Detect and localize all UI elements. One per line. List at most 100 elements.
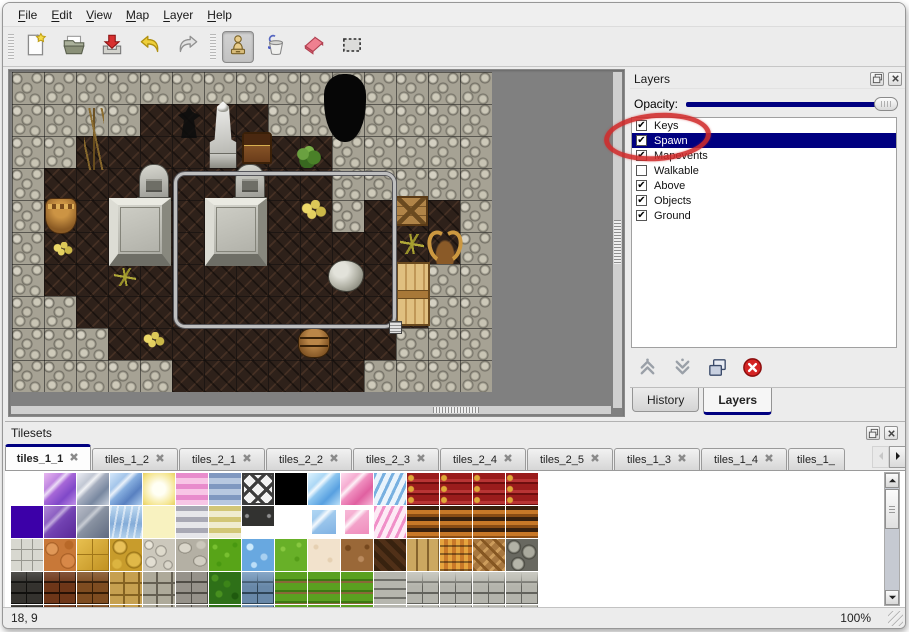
open-map-button[interactable]: [58, 31, 90, 63]
tileset-tab-tiles_1_2[interactable]: tiles_1_2: [92, 448, 178, 470]
palette-tile-weave[interactable]: [440, 539, 472, 571]
palette-tile-water[interactable]: [242, 539, 274, 571]
tileset-tab-tiles_2_3[interactable]: tiles_2_3: [353, 448, 439, 470]
dock-tab-history[interactable]: History: [632, 388, 699, 412]
dock-tab-layers[interactable]: Layers: [703, 388, 772, 415]
map-canvas[interactable]: [8, 69, 625, 417]
palette-tile-crysPurple[interactable]: [44, 473, 76, 505]
palette-tile-glowYellow[interactable]: [143, 473, 175, 505]
tileset-tab-tiles_1[interactable]: tiles_1_: [788, 448, 845, 470]
palette-tile-plankGray[interactable]: [374, 572, 406, 604]
menu-item-view[interactable]: View: [79, 5, 119, 25]
palette-tile-panelDark[interactable]: [242, 506, 274, 538]
palette-scrollbar-thumb[interactable]: [885, 489, 899, 529]
layer-visibility-checkbox[interactable]: ✔: [636, 180, 647, 191]
map-horizontal-scrollbar[interactable]: [11, 406, 611, 414]
palette-tile-lattice[interactable]: [242, 473, 274, 505]
palette-tile-brickBlue[interactable]: [242, 572, 274, 604]
duplicate-layer-button[interactable]: [704, 357, 730, 383]
close-tilesets-button[interactable]: [884, 426, 898, 440]
menu-item-edit[interactable]: Edit: [44, 5, 79, 25]
toolbar-handle[interactable]: [210, 34, 216, 60]
palette-tile-stoneGray[interactable]: [176, 539, 208, 571]
tab-close-icon[interactable]: [155, 453, 165, 466]
palette-tile-wallRed[interactable]: [407, 473, 439, 505]
tileset-tab-tiles_2_2[interactable]: tiles_2_2: [266, 448, 352, 470]
palette-tile-herring[interactable]: [473, 539, 505, 571]
palette-tile-grass[interactable]: [209, 539, 241, 571]
selection-rectangle[interactable]: [174, 172, 396, 328]
palette-tile-wallRed[interactable]: [473, 473, 505, 505]
palette-tile-woodDark[interactable]: [374, 539, 406, 571]
palette-tile-brickGray[interactable]: [176, 572, 208, 604]
palette-tile-sand[interactable]: [308, 539, 340, 571]
palette-tile-purpleSolid[interactable]: [11, 506, 43, 538]
tab-close-icon[interactable]: [503, 453, 513, 466]
layer-row-walkable[interactable]: Walkable: [632, 163, 896, 178]
tab-close-icon[interactable]: [242, 453, 252, 466]
palette-tile-white[interactable]: [11, 473, 43, 505]
palette-tile-brickLight[interactable]: [506, 572, 538, 604]
menu-item-file[interactable]: File: [11, 5, 44, 25]
palette-tile-crysGray[interactable]: [77, 473, 109, 505]
layer-row-above[interactable]: ✔Above: [632, 178, 896, 193]
palette-tile-zigPink[interactable]: [374, 506, 406, 538]
palette-tile-stripeGray[interactable]: [176, 506, 208, 538]
float-tilesets-button[interactable]: [866, 426, 880, 440]
stamp-tool-button[interactable]: [222, 31, 254, 63]
layer-visibility-checkbox[interactable]: ✔: [636, 120, 647, 131]
palette-tile-crysBlue[interactable]: [110, 473, 142, 505]
palette-tile-crysSkyS[interactable]: [308, 506, 340, 538]
tileset-tab-tiles_2_1[interactable]: tiles_2_1: [179, 448, 265, 470]
palette-tile-stripePink[interactable]: [176, 473, 208, 505]
palette-tile-crysPurpleD[interactable]: [44, 506, 76, 538]
tab-close-icon[interactable]: [677, 453, 687, 466]
tab-close-icon[interactable]: [764, 453, 774, 466]
palette-tile-white[interactable]: [275, 506, 307, 538]
palette-scrollbar[interactable]: [884, 472, 900, 606]
palette-tile-rockYellow[interactable]: [110, 539, 142, 571]
palette-tile-pathStone[interactable]: [11, 539, 43, 571]
save-map-button[interactable]: [96, 31, 128, 63]
tab-scroll-right-button[interactable]: [889, 446, 906, 468]
palette-tile-grass2[interactable]: [275, 539, 307, 571]
palette-tile-brickDark[interactable]: [11, 572, 43, 604]
tileset-tab-tiles_1_1[interactable]: tiles_1_1: [5, 444, 91, 470]
palette-tile-wallBrown[interactable]: [473, 506, 505, 538]
raise-layer-button[interactable]: [634, 357, 660, 383]
float-panel-button[interactable]: [870, 72, 884, 86]
layer-visibility-checkbox[interactable]: ✔: [636, 150, 647, 161]
delete-layer-button[interactable]: [739, 357, 765, 383]
palette-scroll-up-button[interactable]: [885, 473, 899, 488]
palette-tile-brickBrown[interactable]: [77, 572, 109, 604]
tab-scroll-left-button[interactable]: [872, 446, 889, 468]
tab-close-icon[interactable]: [590, 453, 600, 466]
layer-row-objects[interactable]: ✔Objects: [632, 193, 896, 208]
tab-close-icon[interactable]: [416, 453, 426, 466]
palette-tile-grassRow[interactable]: [308, 572, 340, 604]
selection-resize-handle[interactable]: [389, 321, 402, 334]
menu-item-map[interactable]: Map: [119, 5, 156, 25]
palette-tile-stoneOrange[interactable]: [44, 539, 76, 571]
menu-item-layer[interactable]: Layer: [156, 5, 200, 25]
tileset-tab-tiles_2_4[interactable]: tiles_2_4: [440, 448, 526, 470]
palette-tile-stripeYellow[interactable]: [209, 506, 241, 538]
palette-tile-wallTan[interactable]: [110, 572, 142, 604]
layer-row-keys[interactable]: ✔Keys: [632, 118, 896, 133]
redo-button[interactable]: [172, 31, 204, 63]
lower-layer-button[interactable]: [669, 357, 695, 383]
palette-tile-dirt[interactable]: [341, 539, 373, 571]
new-map-button[interactable]: [20, 31, 52, 63]
resize-grip[interactable]: [888, 611, 903, 626]
eraser-tool-button[interactable]: [298, 31, 330, 63]
palette-tile-wallBrown[interactable]: [440, 506, 472, 538]
layer-visibility-checkbox[interactable]: ✔: [636, 195, 647, 206]
layer-visibility-checkbox[interactable]: [636, 165, 647, 176]
tab-close-icon[interactable]: [69, 452, 79, 465]
palette-tile-brickLight[interactable]: [473, 572, 505, 604]
layer-row-ground[interactable]: ✔Ground: [632, 208, 896, 223]
fill-tool-button[interactable]: [260, 31, 292, 63]
close-panel-button[interactable]: [888, 72, 902, 86]
palette-tile-wallRed[interactable]: [440, 473, 472, 505]
map-vertical-scrollbar[interactable]: [613, 72, 622, 408]
